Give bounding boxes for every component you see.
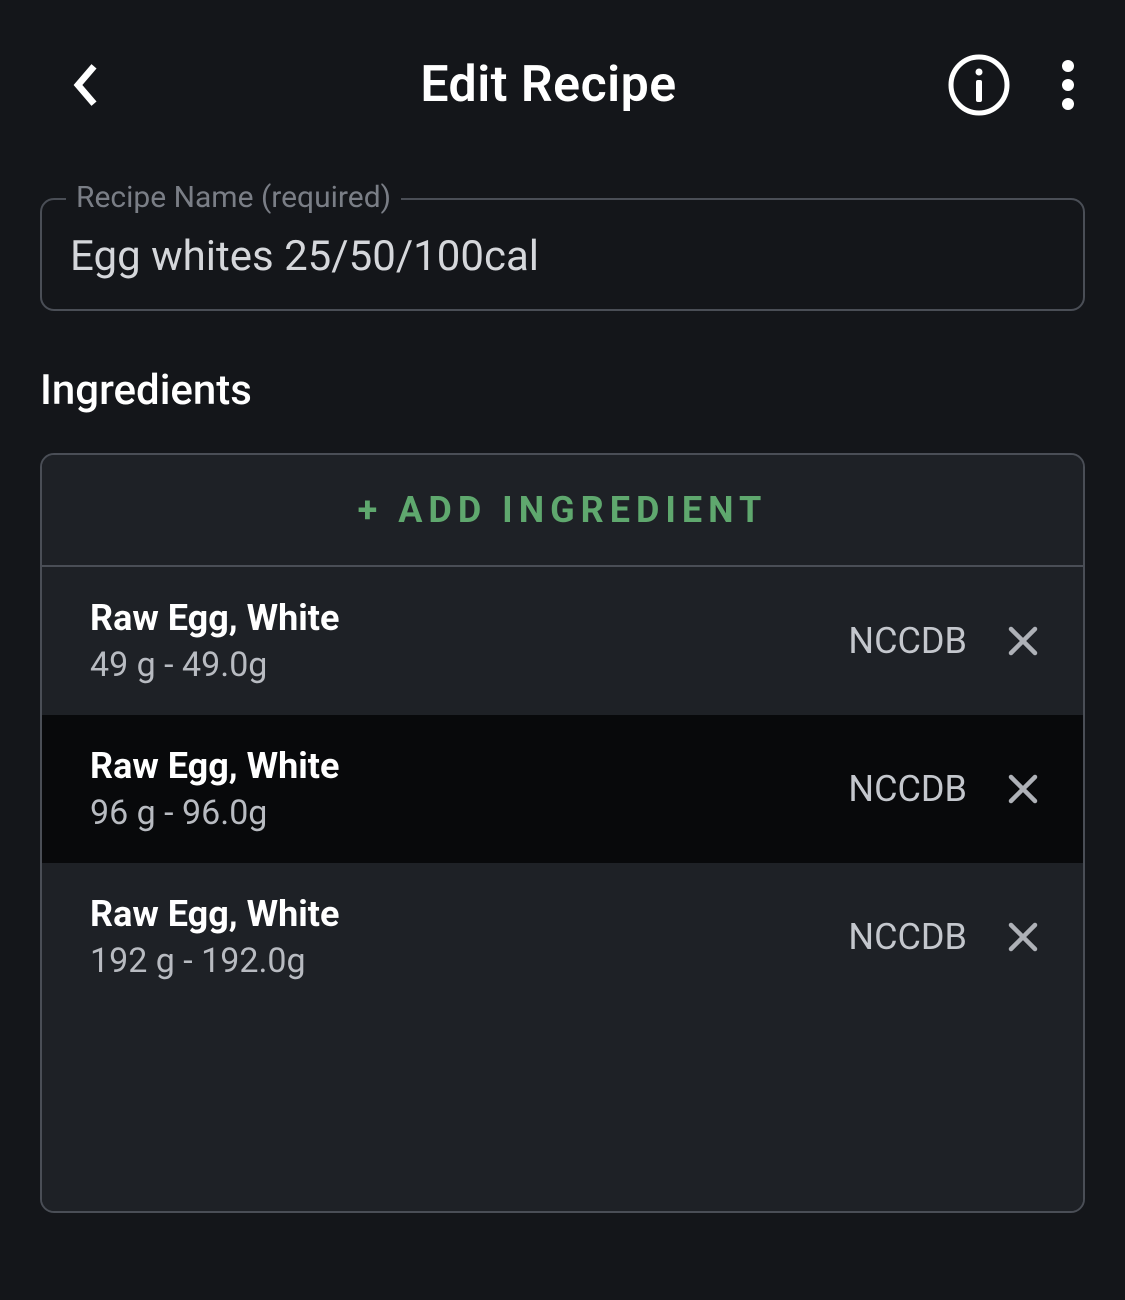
- recipe-name-input[interactable]: [70, 232, 1055, 281]
- remove-ingredient-button[interactable]: [1007, 625, 1039, 657]
- ingredient-source: NCCDB: [848, 916, 967, 958]
- info-icon: [947, 53, 1011, 117]
- more-vertical-icon: [1061, 59, 1075, 111]
- ingredient-source: NCCDB: [848, 620, 967, 662]
- ingredient-info: Raw Egg, White 49 g - 49.0g: [90, 597, 339, 685]
- remove-ingredient-button[interactable]: [1007, 921, 1039, 953]
- close-icon: [1007, 625, 1039, 657]
- ingredient-right: NCCDB: [848, 768, 1039, 810]
- ingredient-row[interactable]: Raw Egg, White 192 g - 192.0g NCCDB: [42, 863, 1083, 1011]
- ingredient-right: NCCDB: [848, 620, 1039, 662]
- header: Edit Recipe: [0, 0, 1125, 170]
- content: Recipe Name (required) Ingredients + ADD…: [0, 198, 1125, 1213]
- ingredient-right: NCCDB: [848, 916, 1039, 958]
- ingredient-quantity: 49 g - 49.0g: [90, 645, 339, 685]
- ingredients-empty-area: [42, 1011, 1083, 1211]
- ingredient-source: NCCDB: [848, 768, 967, 810]
- ingredient-name: Raw Egg, White: [90, 893, 339, 935]
- ingredients-heading: Ingredients: [40, 366, 1085, 415]
- ingredient-quantity: 192 g - 192.0g: [90, 941, 339, 981]
- page-title: Edit Recipe: [150, 56, 947, 114]
- ingredient-row[interactable]: Raw Egg, White 49 g - 49.0g NCCDB: [42, 567, 1083, 715]
- ingredient-name: Raw Egg, White: [90, 745, 339, 787]
- back-button[interactable]: [70, 61, 102, 109]
- ingredient-info: Raw Egg, White 192 g - 192.0g: [90, 893, 339, 981]
- ingredients-box: + ADD INGREDIENT Raw Egg, White 49 g - 4…: [40, 453, 1085, 1213]
- ingredient-info: Raw Egg, White 96 g - 96.0g: [90, 745, 339, 833]
- close-icon: [1007, 921, 1039, 953]
- info-button[interactable]: [947, 53, 1011, 117]
- ingredient-quantity: 96 g - 96.0g: [90, 793, 339, 833]
- ingredient-row[interactable]: Raw Egg, White 96 g - 96.0g NCCDB: [42, 715, 1083, 863]
- recipe-name-label: Recipe Name (required): [66, 180, 401, 215]
- chevron-left-icon: [70, 61, 102, 109]
- remove-ingredient-button[interactable]: [1007, 773, 1039, 805]
- close-icon: [1007, 773, 1039, 805]
- header-right: [947, 53, 1075, 117]
- recipe-name-field-wrapper: Recipe Name (required): [40, 198, 1085, 311]
- add-ingredient-button[interactable]: + ADD INGREDIENT: [42, 455, 1083, 567]
- ingredient-name: Raw Egg, White: [90, 597, 339, 639]
- header-left: [70, 61, 150, 109]
- more-options-button[interactable]: [1061, 59, 1075, 111]
